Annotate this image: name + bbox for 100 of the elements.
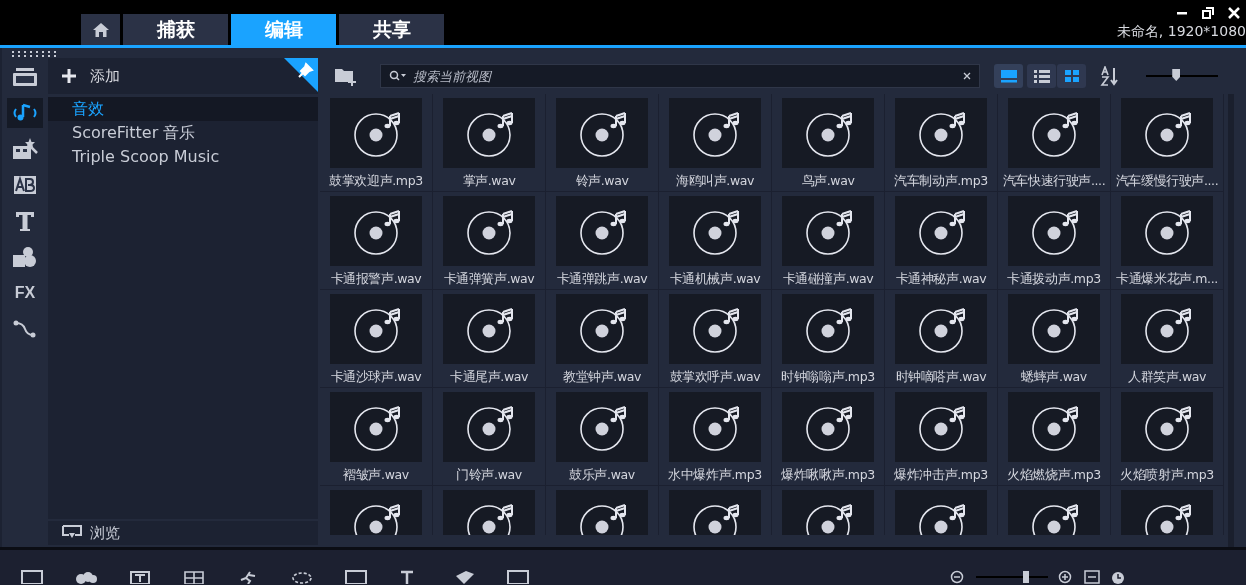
- library-folder-item[interactable]: Triple Scoop Music: [48, 145, 318, 169]
- file-name: 鼓掌欢迎声.mp3: [329, 173, 423, 190]
- clear-icon[interactable]: [963, 72, 971, 80]
- file-name: 卡通弹簧声.wav: [443, 271, 535, 288]
- close-icon[interactable]: [1228, 7, 1240, 19]
- restore-icon[interactable]: [1202, 7, 1214, 19]
- audio-file-tile[interactable]: 汽车制动声.mp3: [885, 94, 997, 191]
- audio-file-tile[interactable]: 爆炸啾啾声.mp3: [772, 388, 884, 485]
- audio-file-icon: [556, 392, 648, 462]
- audio-file-tile[interactable]: 蟋蟀声.wav: [998, 290, 1110, 387]
- home-tab[interactable]: [81, 14, 120, 45]
- audio-file-tile[interactable]: 卡通沙球声.wav: [320, 290, 432, 387]
- audio-file-tile[interactable]: 卡通机械声.wav: [659, 192, 771, 289]
- audio-file-icon: [556, 196, 648, 266]
- project-info: 未命名, 1920*1080: [1116, 23, 1246, 41]
- audio-file-tile[interactable]: 火焰燃烧声.mp3: [998, 388, 1110, 485]
- audio-file-icon: [556, 98, 648, 168]
- add-button[interactable]: 添加: [62, 66, 120, 86]
- audio-file-tile[interactable]: 火焰喷射声.mp3: [1111, 388, 1223, 485]
- file-name: 掌声.wav: [462, 173, 516, 190]
- file-name: 爆炸啾啾声.mp3: [781, 467, 875, 484]
- audio-file-tile[interactable]: 水中爆炸声.mp3: [659, 388, 771, 485]
- audio-file-tile[interactable]: 铃声.wav: [546, 94, 658, 191]
- file-name: 水中爆炸声.mp3: [668, 467, 762, 484]
- slider-handle[interactable]: [1172, 69, 1181, 81]
- search-icon[interactable]: [389, 70, 407, 82]
- media-icon: [12, 67, 38, 87]
- file-name: 人群笑声.wav: [1127, 369, 1207, 386]
- circles-tool-icon[interactable]: [74, 569, 98, 584]
- library-folder-item[interactable]: 音效: [48, 97, 318, 121]
- search-field[interactable]: 搜索当前视图: [411, 67, 959, 85]
- audio-file-tile[interactable]: 海鸥叫声.wav: [659, 94, 771, 191]
- thumbnail-title-icon: [999, 69, 1018, 83]
- audio-file-icon: [330, 294, 422, 364]
- audio-file-tile[interactable]: 时钟嘀嗒声.wav: [885, 290, 997, 387]
- title-toggle-button[interactable]: [994, 64, 1023, 88]
- zoom-out-icon[interactable]: [950, 569, 966, 584]
- audio-file-icon: [1008, 98, 1100, 168]
- audio-file-tile[interactable]: 鼓掌欢迎声.mp3: [320, 94, 432, 191]
- search-box[interactable]: 搜索当前视图: [380, 64, 980, 88]
- audio-file-tile[interactable]: 卡通爆米花声.m...: [1111, 192, 1223, 289]
- workspace-tab[interactable]: 捕获: [123, 14, 228, 45]
- effects-button[interactable]: FX: [7, 278, 43, 308]
- zoom-in-icon[interactable]: [1058, 569, 1074, 584]
- file-name: 火焰喷射声.mp3: [1120, 467, 1214, 484]
- file-name: 时钟嘀嗒声.wav: [895, 369, 987, 386]
- timeline-zoom-slider[interactable]: [976, 570, 1048, 583]
- file-name: 卡通爆米花声.m...: [1116, 271, 1218, 288]
- pin-icon[interactable]: [284, 58, 318, 92]
- list-view-button[interactable]: [1027, 64, 1056, 88]
- audio-file-icon: [443, 294, 535, 364]
- audio-file-icon: [1008, 294, 1100, 364]
- file-name: 蟋蟀声.wav: [1021, 369, 1087, 386]
- audio-file-tile[interactable]: 鼓掌欢呼声.wav: [659, 290, 771, 387]
- audio-file-tile[interactable]: 卡通弹簧声.wav: [433, 192, 545, 289]
- audio-file-icon: [556, 294, 648, 364]
- audio-file-tile[interactable]: 卡通尾声.wav: [433, 290, 545, 387]
- audio-file-icon: [782, 98, 874, 168]
- fit-icon[interactable]: [1084, 569, 1100, 584]
- lasso-tool-icon[interactable]: [290, 569, 314, 584]
- title-tool-icon[interactable]: [128, 569, 152, 584]
- file-name: 铃声.wav: [575, 173, 629, 190]
- clock-icon[interactable]: [1110, 569, 1126, 584]
- audio-file-tile[interactable]: 教堂钟声.wav: [546, 290, 658, 387]
- audio-file-tile[interactable]: 鸟声.wav: [772, 94, 884, 191]
- file-name: 海鸥叫声.wav: [675, 173, 755, 190]
- audio-file-tile[interactable]: 卡通碰撞声.wav: [772, 192, 884, 289]
- audio-file-tile[interactable]: 卡通拨动声.mp3: [998, 192, 1110, 289]
- audio-file-tile[interactable]: 卡通报警声.wav: [320, 192, 432, 289]
- audio-file-tile[interactable]: 卡通弹跳声.wav: [546, 192, 658, 289]
- file-name: 爆炸冲击声.mp3: [894, 467, 988, 484]
- audio-file-tile[interactable]: 汽车快速行驶声....: [998, 94, 1110, 191]
- audio-file-tile[interactable]: 汽车缓慢行驶声....: [1111, 94, 1223, 191]
- file-name: 时钟嗡嗡声.mp3: [781, 369, 875, 386]
- library-folder-item[interactable]: ScoreFitter 音乐: [48, 121, 318, 145]
- audio-file-tile[interactable]: 爆炸冲击声.mp3: [885, 388, 997, 485]
- file-name: 卡通沙球声.wav: [330, 369, 422, 386]
- browse-button[interactable]: 浏览: [48, 519, 318, 545]
- audio-file-tile[interactable]: 人群笑声.wav: [1111, 290, 1223, 387]
- file-name: 卡通神秘声.wav: [895, 271, 987, 288]
- audio-file-icon: [443, 196, 535, 266]
- grid-view-button[interactable]: [1057, 64, 1086, 88]
- thumbnail-size-slider[interactable]: [1146, 69, 1218, 83]
- audio-file-icon: [1008, 392, 1100, 462]
- audio-file-tile[interactable]: 卡通神秘声.wav: [885, 192, 997, 289]
- motion-path-icon: [13, 319, 37, 339]
- slider-handle[interactable]: [1023, 570, 1030, 583]
- library-category-button[interactable]: [7, 98, 43, 128]
- audio-file-tile[interactable]: 鼓乐声.wav: [546, 388, 658, 485]
- audio-file-tile[interactable]: 时钟嗡嗡声.mp3: [772, 290, 884, 387]
- add-folder-icon[interactable]: [334, 66, 358, 86]
- audio-file-icon: [782, 196, 874, 266]
- file-name: 教堂钟声.wav: [562, 369, 642, 386]
- audio-file-tile[interactable]: 褶皱声.wav: [320, 388, 432, 485]
- file-name: 汽车缓慢行驶声....: [1115, 173, 1219, 190]
- workspace-tab[interactable]: 共享: [339, 14, 444, 45]
- sort-icon[interactable]: [1100, 66, 1120, 86]
- audio-file-tile[interactable]: 掌声.wav: [433, 94, 545, 191]
- audio-file-tile[interactable]: 门铃声.wav: [433, 388, 545, 485]
- grid-tool-icon[interactable]: [182, 569, 206, 584]
